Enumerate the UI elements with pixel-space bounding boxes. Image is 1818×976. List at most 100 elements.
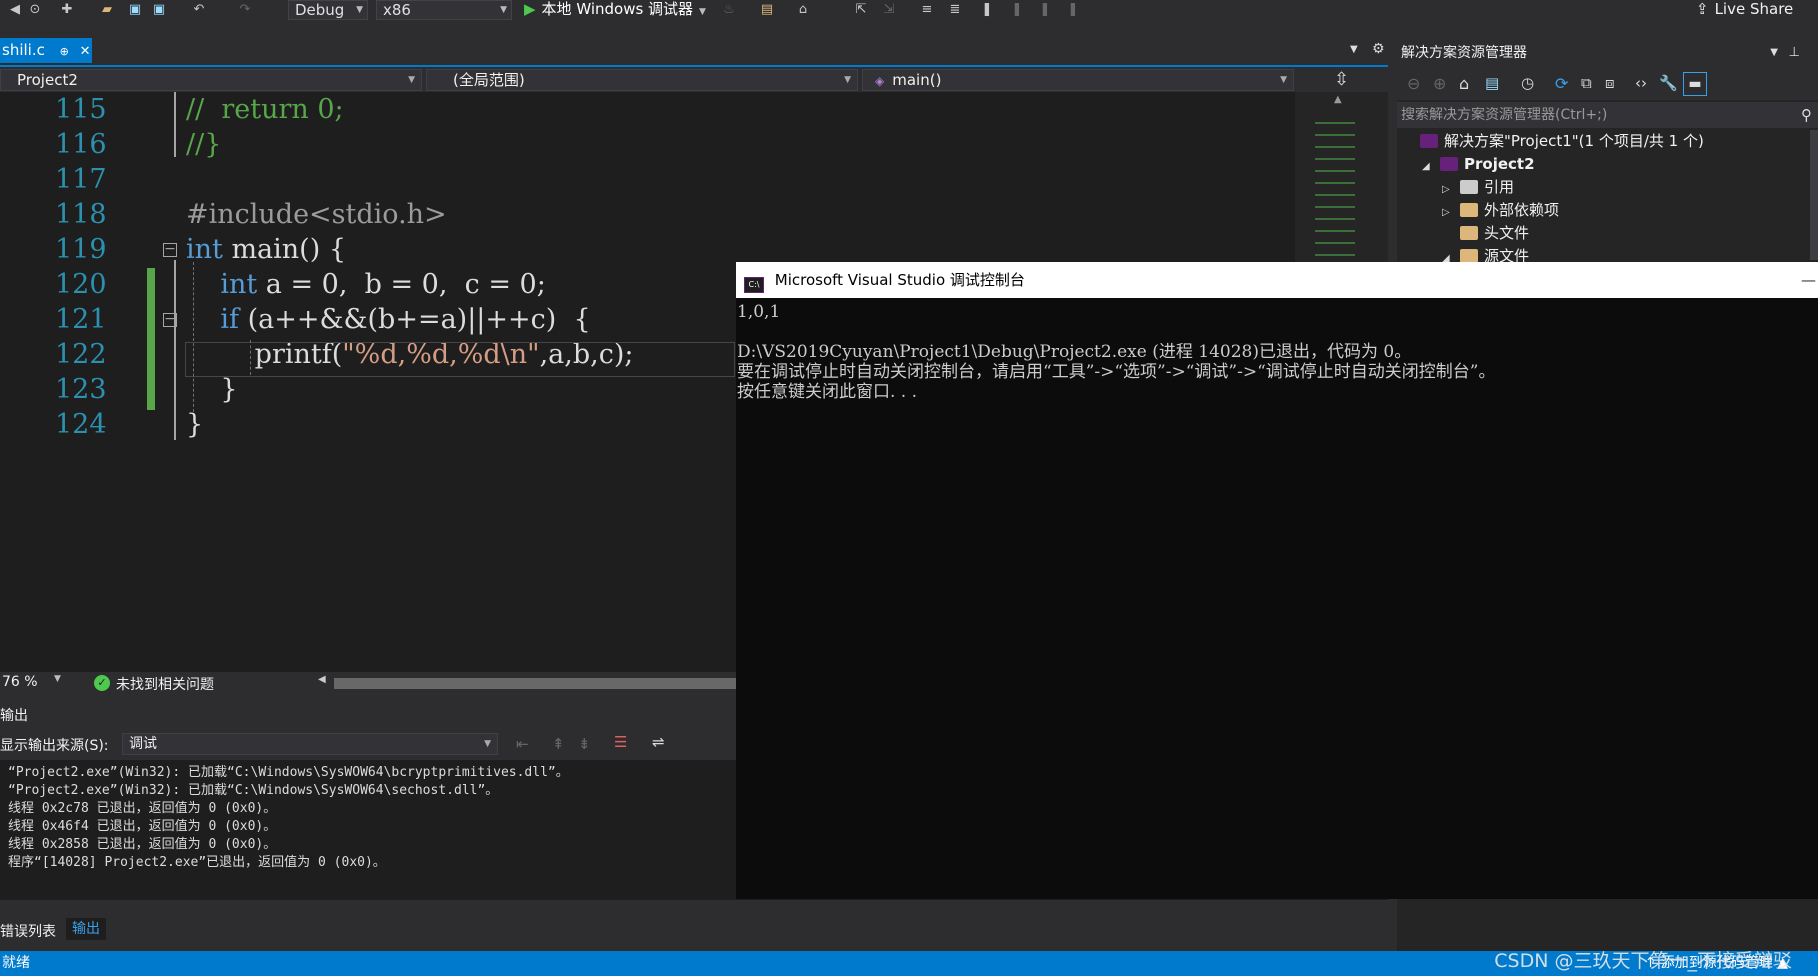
collapse-icon[interactable]: ◢	[1422, 155, 1440, 178]
current-line-highlight	[185, 342, 735, 377]
fold-guide	[174, 92, 177, 157]
next-bookmark-icon[interactable]: ❚	[1036, 2, 1054, 18]
close-icon[interactable]: ✕	[80, 44, 91, 59]
tree-item[interactable]: 解决方案"Project1"(1 个项目/共 1 个)	[1402, 130, 1704, 153]
chevron-down-icon: ▼	[844, 75, 851, 85]
tree-item[interactable]: ▷ 引用	[1442, 176, 1514, 201]
tree-item[interactable]: ◢ Project2	[1422, 153, 1535, 178]
split-editor-button[interactable]: ⇳	[1295, 67, 1388, 92]
project-dropdown[interactable]: Project2 ▼	[0, 69, 422, 91]
prev-bookmark-icon[interactable]: ❚	[1008, 2, 1026, 18]
zoom-level[interactable]: 76 %	[2, 674, 38, 690]
prev-message-icon[interactable]: ⇞	[552, 735, 565, 753]
scope-dropdown[interactable]: (全局范围) ▼	[426, 69, 858, 91]
tree-item-label: 解决方案"Project1"(1 个项目/共 1 个)	[1444, 132, 1704, 150]
code-token: int	[186, 234, 223, 265]
new-project-icon[interactable]: ✚	[58, 2, 76, 18]
home-icon[interactable]: ⌂	[794, 2, 812, 18]
collapse-all-icon[interactable]: ⧉	[1581, 74, 1592, 92]
code-line[interactable]: int a = 0, b = 0, c = 0;	[186, 267, 546, 302]
console-title-bar[interactable]: C:\ Microsoft Visual Studio 调试控制台 —	[736, 262, 1818, 298]
bottom-tab-strip: 错误列表 输出	[0, 918, 1388, 942]
comment-icon[interactable]: ≡	[918, 2, 936, 18]
code-token: a = 0, b = 0, c = 0;	[257, 269, 546, 300]
home-icon[interactable]: ⌂	[1459, 74, 1469, 93]
open-folder-icon[interactable]: ▰	[98, 2, 116, 18]
scroll-up-icon[interactable]: ▲	[1334, 94, 1342, 105]
minimize-icon[interactable]: —	[1801, 262, 1816, 298]
uncomment-icon[interactable]: ≣	[946, 2, 964, 18]
redo-icon[interactable]: ↷	[236, 2, 254, 18]
chevron-down-icon[interactable]: ▼	[1770, 38, 1778, 68]
console-line: 按任意键关闭此窗口. . .	[737, 382, 918, 402]
console-line: 要在调试停止时自动关闭控制台，请启用“工具”->“选项”->“调试”->“调试停…	[737, 362, 1496, 382]
issues-status[interactable]: 未找到相关问题	[116, 674, 214, 694]
tree-item-label: 引用	[1484, 178, 1515, 196]
platform-dropdown[interactable]: x86 ▼	[376, 0, 512, 20]
tree-item-label: Project2	[1464, 155, 1535, 173]
clear-bookmarks-icon[interactable]: ❚	[1064, 2, 1082, 18]
output-horizontal-scrollbar[interactable]	[0, 900, 1388, 916]
find-message-icon[interactable]: ⇤	[516, 735, 529, 753]
navigation-bar: Project2 ▼ (全局范围) ▼ ◈ main() ▼	[0, 67, 1388, 92]
step-over-icon[interactable]: ⇲	[880, 2, 898, 18]
word-wrap-icon[interactable]: ⇌	[652, 733, 665, 751]
show-all-files-icon[interactable]: ⧈	[1605, 74, 1615, 92]
chevron-down-icon: ▼	[484, 739, 491, 749]
preview-icon[interactable]: ▬	[1683, 72, 1707, 96]
function-dropdown[interactable]: ◈ main() ▼	[862, 69, 1294, 91]
forward-icon[interactable]: ⊕	[1433, 74, 1446, 93]
tree-item[interactable]: ▷ 外部依赖项	[1442, 199, 1559, 224]
pin-icon[interactable]: ⊥	[1789, 38, 1800, 68]
pin-icon[interactable]: ⊕	[60, 45, 69, 58]
horizontal-scrollbar[interactable]	[334, 678, 739, 689]
forward-icon[interactable]: ⊙	[26, 2, 44, 18]
console-app-icon: C:\	[744, 277, 764, 293]
collapse-main-icon[interactable]: −	[163, 242, 177, 257]
back-icon[interactable]: ◀	[6, 2, 24, 18]
indent-guide	[193, 262, 195, 412]
code-line[interactable]: }	[186, 407, 203, 442]
settings-icon[interactable]: ⚙	[1372, 41, 1385, 57]
chevron-down-icon[interactable]: ▼	[54, 674, 61, 684]
share-icon: ⇪	[1696, 0, 1709, 18]
next-message-icon[interactable]: ⇟	[578, 735, 591, 753]
switch-views-icon[interactable]: ▤	[1485, 74, 1499, 92]
tab-output[interactable]: 输出	[66, 918, 106, 940]
back-icon[interactable]: ⊖	[1407, 74, 1420, 93]
save-all-icon[interactable]: ▣	[150, 2, 168, 18]
code-line[interactable]: // return 0;	[186, 92, 344, 127]
watermark: CSDN @三玖天下第一_不接受辩驳	[1494, 950, 1792, 972]
expand-icon[interactable]: ▷	[1442, 178, 1460, 201]
tab-overflow-icon[interactable]: ▼	[1350, 44, 1358, 55]
start-debugging-button[interactable]: ▶ 本地 Windows 调试器 ▼	[524, 0, 706, 20]
solution-explorer-search[interactable]: 搜索解决方案资源管理器(Ctrl+;) ⚲	[1397, 102, 1818, 128]
step-icon[interactable]: ⇱	[852, 2, 870, 18]
hot-reload-icon[interactable]: ♨	[720, 2, 738, 18]
code-line[interactable]: if (a++&&(b+=a)||++c) {	[186, 302, 590, 337]
expand-icon[interactable]: ▷	[1442, 201, 1460, 224]
line-number: 119	[55, 234, 107, 265]
code-token: }	[186, 409, 204, 440]
tab-shili-c[interactable]: shili.c ⊕ ✕	[0, 38, 92, 63]
tab-error-list[interactable]: 错误列表	[0, 921, 56, 941]
chevron-down-icon: ▼	[408, 75, 415, 85]
pending-changes-icon[interactable]: ◷	[1521, 74, 1534, 92]
tree-item[interactable]: 头文件	[1442, 222, 1529, 245]
code-line[interactable]: #include<stdio.h>	[186, 197, 447, 232]
bookmark-icon[interactable]: ❚	[978, 2, 996, 18]
tree-scrollbar[interactable]	[1810, 130, 1818, 260]
properties-icon[interactable]: 🔧	[1659, 74, 1678, 92]
scroll-left-icon[interactable]: ◀	[318, 674, 326, 685]
code-line[interactable]: //}	[186, 127, 221, 162]
configuration-dropdown[interactable]: Debug ▼	[288, 0, 368, 20]
code-view-icon[interactable]: ‹›	[1635, 74, 1647, 92]
clear-all-icon[interactable]: ☰	[614, 733, 627, 751]
live-share-button[interactable]: ⇪ Live Share	[1696, 0, 1793, 18]
browse-icon[interactable]: ▤	[758, 2, 776, 18]
undo-icon[interactable]: ↶	[190, 2, 208, 18]
sync-icon[interactable]: ⟳	[1555, 74, 1568, 93]
code-line[interactable]: int main() {	[186, 232, 346, 267]
save-icon[interactable]: ▣	[126, 2, 144, 18]
output-source-dropdown[interactable]: 调试 ▼	[122, 733, 498, 755]
